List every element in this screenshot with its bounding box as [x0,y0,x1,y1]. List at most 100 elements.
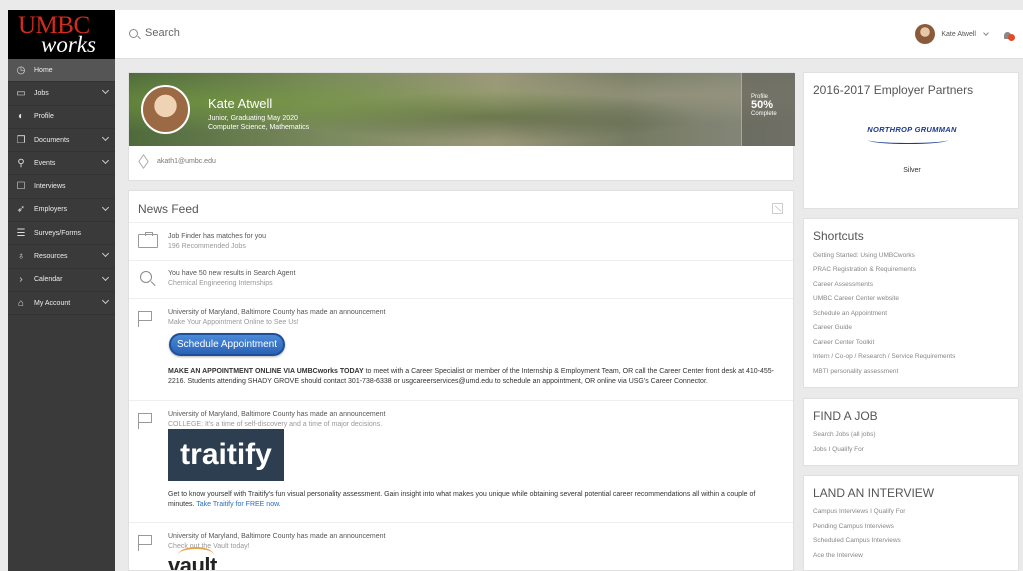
feed-item-body: Get to know yourself with Traitify's fun… [168,490,778,510]
feed-item-title: You have 50 new results in Search Agent [168,270,296,277]
flag-icon [138,535,152,551]
search-icon [129,28,138,38]
sidebar-item-surveys-forms[interactable]: ☰ Surveys/Forms [8,222,115,246]
feed-item-search-agent[interactable]: You have 50 new results in Search Agent … [129,260,793,298]
find-a-job-panel: FIND A JOB Search Jobs (all jobs) Jobs I… [803,398,1019,466]
documents-icon: ❐ [16,134,26,146]
feed-item-sub: COLLEGE: It's a time of self-discovery a… [168,421,383,428]
shortcuts-title: Shortcuts [813,229,864,243]
find-job-title: FIND A JOB [813,409,878,423]
profile-icon: ◐ [17,111,25,123]
sidebar-item-label: My Account [34,299,71,307]
notification-bell-icon[interactable] [1004,32,1015,41]
search-input[interactable]: Search [129,27,180,39]
rss-icon[interactable] [772,203,783,214]
feed-item-body-bold: MAKE AN APPOINTMENT ONLINE VIA UMBCworks… [168,368,364,375]
shortcut-link[interactable]: Getting Started: Using UMBCworks [813,252,915,259]
sidebar-item-profile[interactable]: ◐ Profile [8,106,115,129]
feed-item-announcement: University of Maryland, Baltimore County… [129,298,793,400]
vault-logo[interactable]: vault [168,547,217,570]
sidebar-item-label: Resources [34,253,68,261]
feed-item-job-finder[interactable]: Job Finder has matches for you 196 Recom… [129,222,793,260]
sidebar-item-employers[interactable]: ➶ Employers [8,199,115,223]
email-text: akath1@umbc.edu [157,158,216,165]
sidebar-item-calendar[interactable]: › Calendar [8,269,115,292]
shortcut-link[interactable]: Career Center Toolkit [813,339,874,346]
shortcut-link[interactable]: Career Guide [813,324,852,331]
shortcut-link[interactable]: Career Assessments [813,281,873,288]
feed-item-title: Job Finder has matches for you [168,233,267,240]
sidebar-item-label: Jobs [34,89,49,97]
land-interview-title: LAND AN INTERVIEW [813,486,935,500]
news-feed-title: News Feed [138,202,199,216]
profile-completion-value: 50% [751,99,774,111]
profile-completion-sub: Complete [751,111,777,117]
profile-email[interactable]: akath1@umbc.edu [138,154,216,169]
chat-icon: ☐ [16,181,26,193]
briefcase-icon: ▭ [16,87,26,99]
interview-link[interactable]: Scheduled Campus Interviews [813,537,901,544]
search-placeholder: Search [145,27,180,39]
feed-item-title: University of Maryland, Baltimore County… [168,533,386,540]
briefcase-icon [138,232,158,248]
land-an-interview-panel: LAND AN INTERVIEW Campus Interviews I Qu… [803,475,1019,571]
partners-title: 2016-2017 Employer Partners [813,83,974,97]
feed-item-title: University of Maryland, Baltimore County… [168,309,386,316]
shortcut-link[interactable]: Schedule an Appointment [813,310,887,317]
sidebar-item-jobs[interactable]: ▭ Jobs [8,82,115,106]
feed-item-announcement: University of Maryland, Baltimore County… [129,400,793,522]
schedule-appointment-button[interactable]: Schedule Appointment [169,333,285,356]
interview-link[interactable]: Pending Campus Interviews [813,523,894,530]
user-name: Kate Atwell [941,30,976,38]
profile-banner: Kate Atwell Junior, Graduating May 2020 … [129,73,795,146]
profile-photo[interactable] [141,85,190,134]
shortcut-link[interactable]: UMBC Career Center website [813,295,899,302]
feed-item-sub: Chemical Engineering Internships [168,280,273,287]
sidebar-item-interviews[interactable]: ☐ Interviews [8,175,115,199]
chevron-down-icon [983,29,989,36]
sidebar-item-home[interactable]: ◷ Home [8,59,115,83]
chevron-down-icon [101,157,110,165]
avatar [915,24,936,44]
sidebar-item-label: Home [34,66,53,74]
chevron-down-icon [101,273,110,281]
flag-icon [138,413,152,429]
northrop-grumman-logo[interactable]: NORTHROP GRUMMAN [862,125,962,134]
news-feed: News Feed Job Finder has matches for you… [128,190,794,571]
sidebar-item-my-account[interactable]: ⌂ My Account [8,292,115,316]
user-menu[interactable]: Kate Atwell [915,24,989,44]
profile-majors: Computer Science, Mathematics [208,124,310,131]
sidebar-item-label: Profile [34,113,54,121]
chevron-down-icon [101,296,110,305]
shortcut-link[interactable]: Intern / Co-op / Research / Service Requ… [813,353,955,360]
find-job-link[interactable]: Search Jobs (all jobs) [813,431,876,438]
take-traitify-link[interactable]: Take Traitify for FREE now. [196,501,280,508]
traitify-logo[interactable]: traitify [168,429,284,481]
shortcut-link[interactable]: PRAC Registration & Requirements [813,266,916,273]
umbcworks-logo[interactable]: UMBC works [8,10,115,59]
paper-plane-icon [138,154,149,169]
chevron-down-icon [101,250,110,258]
sidebar-item-documents[interactable]: ❐ Documents [8,129,115,153]
sidebar-item-events[interactable]: ⚲ Events [8,152,115,176]
profile-class-year: Junior, Graduating May 2020 [208,115,298,122]
search-icon [140,271,152,283]
interview-link[interactable]: Ace the Interview [813,552,863,559]
find-job-link[interactable]: Jobs I Qualify For [813,446,864,453]
chevron-down-icon [101,133,110,141]
flag-icon [138,311,152,327]
shortcuts-panel: Shortcuts Getting Started: Using UMBCwor… [803,218,1019,388]
sidebar-item-label: Surveys/Forms [34,229,82,237]
feed-item-title: University of Maryland, Baltimore County… [168,411,386,418]
dashboard-icon: ◷ [16,64,26,76]
graduation-cap-icon: ⌂ [17,297,25,309]
interview-link[interactable]: Campus Interviews I Qualify For [813,508,905,515]
lightbulb-icon: ♁ [17,251,25,263]
sidebar-item-resources[interactable]: ♁ Resources [8,245,115,269]
shortcut-link[interactable]: MBTI personality assessment [813,368,898,375]
sidebar-item-label: Calendar [34,276,63,284]
feed-item-sub: Make Your Appointment Online to See Us! [168,319,299,326]
profile-completion[interactable]: Profile 50% Complete [741,73,795,146]
chevron-right-icon: › [19,274,23,286]
sidebar-item-label: Employers [34,206,68,214]
